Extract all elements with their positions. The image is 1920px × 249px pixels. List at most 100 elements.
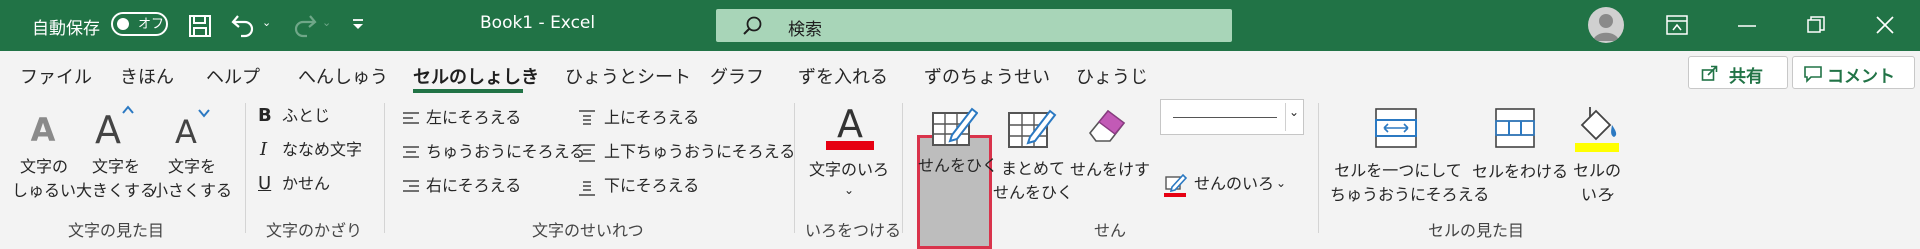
bold-button[interactable]: B ふとじ [256,105,376,131]
draw-border-label: せんをひく [918,156,999,175]
title-bar: 自動保存 オフ ⌄ ⌄ Book1 - Excel 検索 [0,0,1920,51]
split-cells-button[interactable]: セルをわける [1466,101,1569,185]
group-divider [794,103,795,233]
align-middle-button[interactable]: 上下ちゅうおうにそろえる [576,141,795,167]
customize-toolbar-icon[interactable] [350,17,366,33]
line-color-button[interactable]: せんのいろ ⌄ [1164,171,1304,197]
line-color-label: せんのいろ [1194,174,1275,193]
person-icon [1593,14,1619,41]
tab-insert[interactable]: ずを入れる [798,63,888,89]
align-middle-label: 上下ちゅうおうにそろえる [604,142,796,161]
share-label: 共有 [1729,67,1763,87]
fill-color-line2: いろ [1580,185,1613,204]
minimize-icon[interactable] [1737,24,1757,28]
tab-table-sheet[interactable]: ひょうとシート [565,63,691,89]
svg-text:A: A [175,113,197,147]
align-bottom-button[interactable]: 下にそろえる [576,175,716,201]
erase-border-label: せんをけす [1070,160,1151,179]
increase-font-line1: 文字を [91,157,140,176]
align-center-button[interactable]: ちゅうおうにそろえる [400,141,585,167]
close-icon[interactable] [1875,15,1895,35]
erase-border-button[interactable]: せんをけす [1066,101,1150,181]
align-top-button[interactable]: 上にそろえる [576,107,716,133]
undo-icon[interactable] [230,12,258,38]
line-style-dropdown[interactable]: ⌄ [1160,99,1304,135]
decrease-font-line2: 小さくする [152,181,233,200]
tab-view[interactable]: ひょうじ [1076,63,1148,89]
group-label-font-deco: 文字のかざり [266,221,363,240]
align-top-label: 上にそろえる [604,108,700,127]
save-icon[interactable] [188,14,212,38]
line-color-icon [1164,173,1188,197]
decrease-font-line1: 文字を [167,157,216,176]
tab-cell-format[interactable]: セルのしょしき [413,63,539,89]
decrease-font-size-button[interactable]: 文字を 小さくする [152,155,232,203]
underline-label: かせん [282,174,331,193]
comments-button[interactable]: コメント [1792,56,1915,89]
redo-icon[interactable] [290,12,318,38]
increase-font-size-icon: A [95,105,134,147]
align-left-button[interactable]: 左にそろえる [400,107,560,133]
merge-center-line1: セルを一つにして [1334,161,1462,180]
svg-text:A: A [95,108,121,147]
align-right-label: 右にそろえる [426,176,522,195]
group-label-color: いろをつける [805,221,902,240]
group-divider [245,103,246,233]
active-tab-indicator [413,89,523,93]
align-left-icon [403,112,419,124]
autosave-toggle[interactable]: オフ [111,12,168,36]
tab-edit[interactable]: へんしゅう [298,63,388,89]
font-kind-line2: しゅるい [11,181,76,200]
draw-border-grid-line2: せんをひく [992,183,1073,202]
merge-center-icon [1375,108,1417,148]
dropdown-divider [1285,103,1286,131]
chevron-down-icon: ⌄ [1289,105,1300,119]
tab-chart[interactable]: グラフ [710,63,764,89]
redo-dropdown-icon[interactable]: ⌄ [322,16,331,29]
restore-icon[interactable] [1806,15,1826,35]
tab-home[interactable]: きほん [120,63,174,89]
fill-color-button[interactable]: セルの いろ ⌄ [1566,101,1628,211]
eraser-icon [1088,109,1126,142]
tab-file[interactable]: ファイル [20,63,92,89]
align-center-label: ちゅうおうにそろえる [426,142,586,161]
chevron-down-icon: ⌄ [1276,176,1287,190]
merge-center-button[interactable]: セルを一つにして ちゅうおうにそろえる [1330,101,1489,211]
undo-dropdown-icon[interactable]: ⌄ [262,16,271,29]
font-kind-icon: A [31,111,56,145]
draw-border-grid-caption: まとめて せんをひく [992,157,1074,205]
fill-color-line1: セルの [1572,161,1621,180]
italic-label: ななめ文字 [282,140,363,159]
group-label-align: 文字のせいれつ [532,221,644,240]
font-kind-button[interactable]: 文字の しゅるい [4,155,84,203]
avatar[interactable] [1588,7,1624,43]
align-right-icon [403,180,419,192]
share-button[interactable]: 共有 [1688,56,1788,89]
decrease-font-size-icon: A [175,109,210,147]
toggle-knob [117,18,129,30]
draw-border-grid-button[interactable]: まとめて せんをひく [993,101,1073,211]
chevron-down-icon: ⌄ [844,183,855,197]
autosave-label: 自動保存 [32,19,100,39]
draw-border-grid-icon [1008,109,1057,148]
font-kind-line1: 文字の [19,157,68,176]
draw-border-button[interactable] [917,135,992,249]
align-bottom-label: 下にそろえる [604,176,700,195]
group-label-border: せん [1094,221,1127,240]
font-color-button[interactable]: A 文字のいろ ⌄ [806,101,894,207]
split-cells-label: セルをわける [1472,162,1569,181]
comments-label: コメント [1827,67,1895,87]
align-right-button[interactable]: 右にそろえる [400,175,560,201]
group-label-cell-look: セルの見た目 [1428,221,1525,240]
ribbon-tabs: ファイル きほん ヘルプ へんしゅう セルのしょしき ひょうとシート グラフ ず… [0,51,1920,95]
tab-help[interactable]: ヘルプ [206,63,260,89]
underline-button[interactable]: U かせん [256,173,376,199]
autosave-state: オフ [138,17,165,32]
search-box[interactable]: 検索 [716,9,1232,42]
italic-button[interactable]: I ななめ文字 [256,139,376,165]
ribbon-display-icon[interactable] [1666,15,1688,35]
tab-shape-adjust[interactable]: ずのちょうせい [924,63,1050,89]
increase-font-size-button[interactable]: 文字を 大きくする [76,155,156,203]
align-center-icon [403,146,419,158]
svg-text:A: A [31,111,56,145]
